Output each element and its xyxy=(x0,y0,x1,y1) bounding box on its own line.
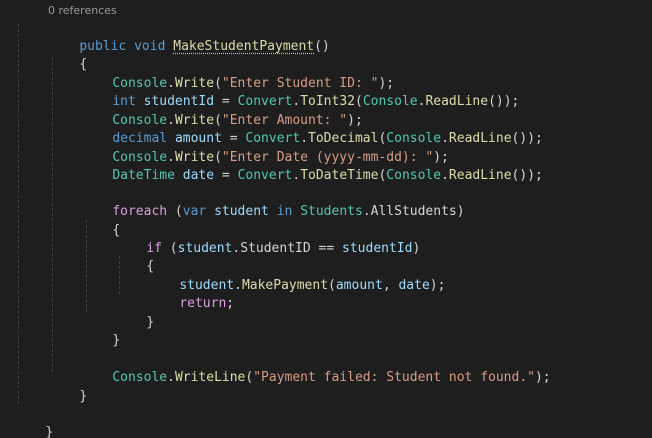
token-punctuation: ( xyxy=(167,204,183,219)
token-punctuation: ; xyxy=(226,296,235,311)
code-line-return[interactable]: return; xyxy=(148,277,234,311)
token-variable: student xyxy=(214,204,269,219)
token-operator: = xyxy=(214,168,238,183)
token-brace: } xyxy=(79,389,88,404)
token-variable: studentId xyxy=(342,241,413,256)
token-brace: } xyxy=(112,333,121,348)
token-member: StudentID xyxy=(240,241,311,256)
token-type: Convert xyxy=(237,168,293,183)
token-method: WriteLine xyxy=(174,370,246,385)
token-variable: student xyxy=(177,241,233,256)
code-line[interactable]: Console.WriteLine("Payment failed: Stude… xyxy=(81,351,550,385)
token-method: ToDateTime xyxy=(300,168,379,183)
token-punctuation: . xyxy=(292,168,301,183)
token-punctuation: ) xyxy=(456,204,465,219)
token-punctuation: ); xyxy=(429,278,446,293)
token-type: DateTime xyxy=(112,168,175,183)
token-brace: } xyxy=(45,425,54,438)
code-line-open-brace[interactable]: { xyxy=(81,204,120,238)
token-string: "Payment failed: Student not found." xyxy=(253,370,535,385)
token-type: Console xyxy=(386,168,442,183)
token-variable: date xyxy=(182,168,215,183)
code-line[interactable]: Console.Write("Enter Amount: "); xyxy=(81,94,362,128)
code-line[interactable]: Console.Write("Enter Date (yyyy-mm-dd): … xyxy=(81,131,449,165)
code-line-close-brace[interactable]: } xyxy=(14,406,53,438)
token-control-keyword: return xyxy=(179,296,227,311)
token-type: Console xyxy=(362,94,418,109)
token-punctuation: ( xyxy=(161,241,178,256)
token-variable: amount xyxy=(335,278,383,293)
token-brace: } xyxy=(146,315,155,330)
code-line-open-brace[interactable]: { xyxy=(115,240,154,274)
token-method: ReadLine xyxy=(425,94,489,109)
token-method: MakePayment xyxy=(241,278,329,293)
indent-guide xyxy=(52,57,53,372)
token-operator: == xyxy=(310,241,343,256)
token-variable: date xyxy=(398,278,430,293)
code-line-method-signature[interactable]: public void MakeStudentPayment() xyxy=(48,20,329,54)
code-line-close-brace[interactable]: } xyxy=(81,314,120,348)
code-line[interactable]: student.MakePayment(amount, date); xyxy=(148,259,445,293)
token-punctuation: ()); xyxy=(511,168,543,183)
token-punctuation: () xyxy=(314,39,330,54)
token-control-keyword: foreach xyxy=(112,204,168,219)
code-editor[interactable]: 0 references public void MakeStudentPaym… xyxy=(0,0,652,438)
code-line-open-brace[interactable]: { xyxy=(48,38,87,72)
code-line-close-brace[interactable]: } xyxy=(115,296,154,330)
token-keyword: var xyxy=(182,204,207,219)
token-keyword: void xyxy=(134,39,166,54)
token-type: Students xyxy=(300,204,363,219)
token-type: Console xyxy=(112,370,168,385)
code-line-foreach[interactable]: foreach (var student in Students.AllStud… xyxy=(81,185,464,219)
token-punctuation: . xyxy=(167,370,175,385)
codelens-references[interactable]: 0 references xyxy=(48,4,117,18)
token-keyword: in xyxy=(276,204,293,219)
code-line-if[interactable]: if (student.StudentID == studentId) xyxy=(115,222,420,256)
token-punctuation: ( xyxy=(328,278,336,293)
code-line-close-brace[interactable]: } xyxy=(48,370,87,404)
token-punctuation: ) xyxy=(412,241,421,256)
token-member: AllStudents xyxy=(370,204,457,219)
code-line[interactable]: int studentId = Convert.ToInt32(Console.… xyxy=(81,75,519,109)
token-punctuation: , xyxy=(382,278,399,293)
token-punctuation: ); xyxy=(534,370,551,385)
code-line[interactable]: Console.Write("Enter Student ID: "); xyxy=(81,57,394,91)
indent-guide xyxy=(18,24,19,404)
token-method: ReadLine xyxy=(448,168,512,183)
token-method-name[interactable]: MakeStudentPayment xyxy=(173,39,314,54)
token-punctuation: . xyxy=(441,168,449,183)
token-method: ReadLine xyxy=(448,131,512,146)
token-punctuation: ()); xyxy=(488,94,520,109)
token-punctuation: ()); xyxy=(511,131,543,146)
token-punctuation: . xyxy=(362,204,371,219)
token-punctuation: . xyxy=(234,278,242,293)
code-line[interactable]: DateTime date = Convert.ToDateTime(Conso… xyxy=(81,149,543,183)
code-line[interactable]: decimal amount = Convert.ToDecimal(Conso… xyxy=(81,112,543,146)
